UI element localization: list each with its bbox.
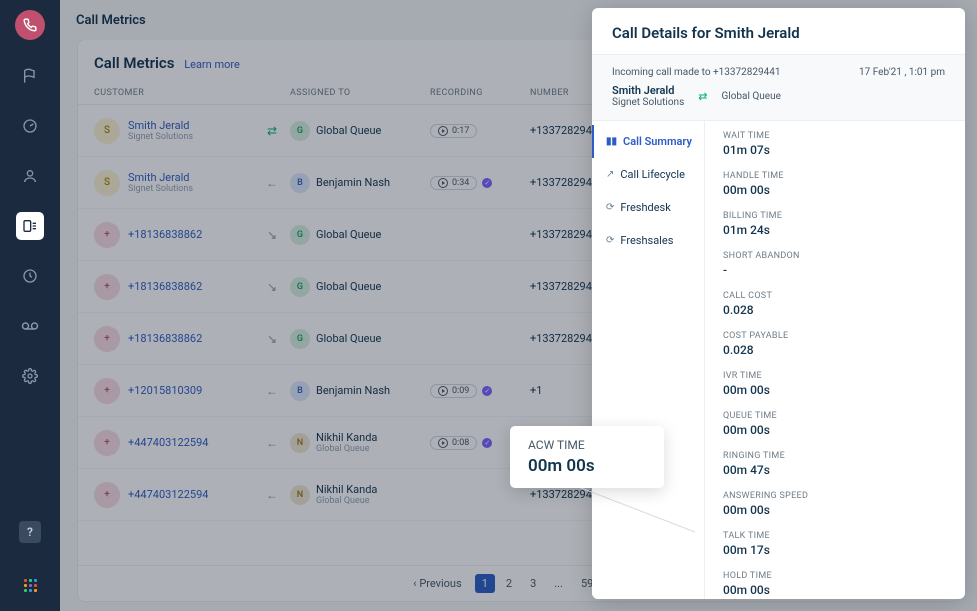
metric-label: RINGING TIME	[723, 451, 947, 461]
metric-queue-time: QUEUE TIME 00m 00s	[723, 411, 947, 437]
metric-value: 00m 17s	[723, 543, 947, 557]
metric-hold-time: HOLD TIME 00m 00s	[723, 571, 947, 597]
nav-call-metrics[interactable]	[16, 212, 44, 240]
context-timestamp: 17 Feb'21 , 1:01 pm	[859, 67, 945, 78]
metric-value: 0.028	[723, 343, 947, 357]
metric-label: HOLD TIME	[723, 571, 947, 581]
nav-flag[interactable]	[16, 62, 44, 90]
tab-label: Call Summary	[623, 135, 692, 148]
nav-history[interactable]	[16, 262, 44, 290]
nav-dashboard[interactable]	[16, 112, 44, 140]
nav-settings[interactable]	[16, 362, 44, 390]
metric-value: 0.028	[723, 303, 947, 317]
metric-value: 00m 47s	[723, 463, 947, 477]
metric-label: WAIT TIME	[723, 131, 947, 141]
nav-apps[interactable]	[16, 571, 44, 599]
metric-label: SHORT ABANDON	[723, 251, 947, 261]
nav-voicemail[interactable]	[16, 312, 44, 340]
metric-ringing-time: RINGING TIME 00m 47s	[723, 451, 947, 477]
refresh-icon: ⟳	[606, 235, 614, 246]
metric-billing-time: BILLING TIME 01m 24s	[723, 211, 947, 237]
metric-call-cost: CALL COST 0.028	[723, 291, 947, 317]
metrics-list: WAIT TIME 01m 07s HANDLE TIME 00m 00s BILLIN…	[705, 121, 965, 599]
metric-value: 00m 00s	[723, 423, 947, 437]
metric-label: COST PAYABLE	[723, 331, 947, 341]
context-caller: Smith Jerald	[612, 84, 684, 97]
tab-label: Freshdesk	[620, 201, 670, 214]
global-nav: ?	[0, 0, 60, 611]
lifecycle-icon: ↗	[606, 169, 614, 180]
metric-label: QUEUE TIME	[723, 411, 947, 421]
metric-label: HANDLE TIME	[723, 171, 947, 181]
bars-icon: ▮▮	[606, 136, 617, 147]
metric-value: 01m 24s	[723, 223, 947, 237]
acw-tooltip: ACW TIME 00m 00s	[510, 426, 664, 488]
metric-value: 00m 00s	[723, 503, 947, 517]
nav-phone[interactable]	[15, 10, 45, 40]
metric-label: CALL COST	[723, 291, 947, 301]
tab-label: Freshsales	[620, 234, 673, 247]
context-queue: Global Queue	[721, 91, 780, 102]
metric-cost-payable: COST PAYABLE 0.028	[723, 331, 947, 357]
tab-call-summary[interactable]: ▮▮ Call Summary	[592, 125, 704, 158]
metric-wait-time: WAIT TIME 01m 07s	[723, 131, 947, 157]
metric-short-abandon: SHORT ABANDON -	[723, 251, 947, 277]
apps-icon	[24, 579, 37, 592]
context-company: Signet Solutions	[612, 97, 684, 108]
tooltip-value: 00m 00s	[528, 456, 646, 476]
panel-tabs: ▮▮Call Summary↗Call Lifecycle⟳Freshdesk⟳…	[592, 121, 705, 599]
metric-value: 00m 00s	[723, 383, 947, 397]
panel-context: Incoming call made to +13372829441 17 Fe…	[592, 54, 965, 121]
refresh-icon: ⟳	[606, 202, 614, 213]
panel-title: Call Details for Smith Jerald	[592, 8, 965, 54]
nav-help[interactable]: ?	[19, 521, 41, 543]
metric-label: TALK TIME	[723, 531, 947, 541]
metric-handle-time: HANDLE TIME 00m 00s	[723, 171, 947, 197]
metric-ivr-time: IVR TIME 00m 00s	[723, 371, 947, 397]
metric-value: 01m 07s	[723, 143, 947, 157]
metric-label: IVR TIME	[723, 371, 947, 381]
tab-freshsales[interactable]: ⟳ Freshsales	[592, 224, 704, 257]
metric-answering-speed: ANSWERING SPEED 00m 00s	[723, 491, 947, 517]
call-details-panel: Call Details for Smith Jerald Incoming c…	[592, 8, 965, 599]
metric-label: BILLING TIME	[723, 211, 947, 221]
metric-value: 00m 00s	[723, 183, 947, 197]
metric-value: -	[723, 263, 947, 277]
tooltip-label: ACW TIME	[528, 438, 646, 452]
context-call-line: Incoming call made to +13372829441	[612, 67, 781, 78]
tab-label: Call Lifecycle	[620, 168, 685, 181]
link-icon: ⇄	[698, 90, 707, 103]
metric-value: 00m 00s	[723, 583, 947, 597]
nav-user[interactable]	[16, 162, 44, 190]
metric-label: ANSWERING SPEED	[723, 491, 947, 501]
metric-talk-time: TALK TIME 00m 17s	[723, 531, 947, 557]
tab-freshdesk[interactable]: ⟳ Freshdesk	[592, 191, 704, 224]
tab-call-lifecycle[interactable]: ↗ Call Lifecycle	[592, 158, 704, 191]
